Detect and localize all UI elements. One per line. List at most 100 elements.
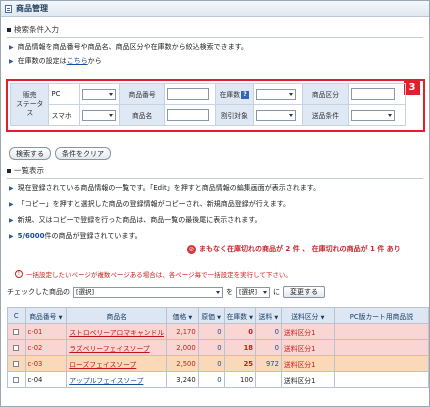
- header-check[interactable]: C: [7, 307, 26, 324]
- table-row[interactable]: c-03 ローズフェイスソープ 2,500 0 25 972 送料区分1: [7, 355, 429, 372]
- row-checkbox[interactable]: [7, 355, 26, 372]
- product-name-input[interactable]: [166, 109, 209, 121]
- product-category-input[interactable]: [351, 88, 396, 100]
- product-category-label: 商品区分: [301, 83, 350, 105]
- stock-setting-link[interactable]: こちら: [67, 56, 88, 66]
- header-stock[interactable]: 在庫数 ▼: [223, 307, 257, 324]
- arrow-bullet-icon: ▶: [9, 184, 14, 192]
- row-checkbox[interactable]: [7, 371, 26, 388]
- stock-cell: 0: [223, 323, 257, 340]
- exclamation-icon: !: [15, 270, 23, 278]
- sales-status-label: 販売 ステータス: [9, 83, 50, 126]
- shipping-class-cell: 送料区分1: [280, 371, 335, 388]
- registered-count-value: 5/6000: [17, 232, 45, 240]
- smartphone-label: スマホ: [48, 104, 80, 126]
- product-number-cell: c-02: [24, 339, 68, 356]
- table-row[interactable]: c-04 アップルフェイスソープ 3,240 0 100 送料区分1: [7, 371, 429, 388]
- product-name-label: 商品名: [119, 104, 165, 126]
- list-section-heading: 一覧表示: [7, 165, 423, 179]
- shipping-class-cell: 送料区分1: [280, 323, 335, 340]
- arrow-bullet-icon: ▶: [9, 200, 14, 208]
- bulk-field-select[interactable]: [選択]: [73, 286, 223, 298]
- product-table: C 商品番号 ▼ 商品名 価格 ▼ 原価 ▼ 在庫数 ▼ 送料 ▼ 送料区分 ▼…: [7, 307, 429, 388]
- square-bullet-icon: [7, 27, 11, 32]
- search-section-heading: 検索条件入力: [7, 24, 423, 38]
- header-product-number[interactable]: 商品番号 ▼: [24, 307, 68, 324]
- bulk-setting-note: ! 一括設定したいページが複数ページある場合は、各ページ毎で一括設定を実行して下…: [15, 269, 292, 279]
- shipping-condition-label: 送品条件: [301, 104, 350, 126]
- window-title: 商品管理: [16, 4, 48, 13]
- product-number-cell: c-04: [24, 371, 68, 388]
- search-filter-panel: 3 販売 ステータス PC 商品番号 在庫数? 商品区分 スマホ 商品名 割引対…: [6, 79, 425, 132]
- stock-count-label: 在庫数?: [214, 83, 255, 105]
- callout-badge: 3: [404, 79, 420, 95]
- stock-setting-note: ▶ 在庫数の設定は こちら から: [9, 56, 102, 66]
- stock-cell: 18: [223, 339, 257, 356]
- list-info-3: ▶ 新規、又はコピーで登録を行った商品は、商品一覧の最後尾に表示されます。: [9, 216, 262, 224]
- product-name-cell[interactable]: ラズベリーフェイスソープ: [66, 339, 168, 356]
- window-icon: [5, 4, 12, 13]
- stock-count-select[interactable]: [256, 88, 297, 100]
- pc-description-cell: [333, 339, 429, 356]
- table-row[interactable]: c-02 ラズベリーフェイスソープ 2,000 0 18 0 送料区分1: [7, 339, 429, 356]
- row-checkbox[interactable]: [7, 323, 26, 340]
- header-pc-description[interactable]: PC版カート用商品説: [333, 307, 429, 324]
- list-info-2: ▶ 「コピー」を押すと選択した商品の登録情報がコピーされ、新規商品登録が行えます…: [9, 200, 290, 208]
- product-number-cell: c-01: [24, 323, 68, 340]
- shipping-class-cell: 送料区分1: [280, 355, 335, 372]
- header-product-name[interactable]: 商品名: [66, 307, 168, 324]
- square-bullet-icon: [7, 168, 11, 173]
- product-name-cell[interactable]: ローズフェイスソープ: [66, 355, 168, 372]
- row-checkbox[interactable]: [7, 339, 26, 356]
- product-name-cell[interactable]: ストロベリーアロマキャンドル: [66, 323, 168, 340]
- registered-count: ▶ 5/6000 件の商品が登録されています。: [9, 232, 142, 240]
- arrow-bullet-icon: ▶: [9, 232, 14, 240]
- shipping-condition-select[interactable]: [351, 109, 396, 121]
- stock-warning: ⊘ まもなく在庫切れの商品が 2 件 、 在庫切れの商品が 1 件 あり: [187, 244, 401, 254]
- stock-cell: 100: [223, 371, 257, 388]
- product-number-input[interactable]: [166, 88, 209, 100]
- header-shipping[interactable]: 送料 ▼: [255, 307, 282, 324]
- price-cell: 2,170: [166, 323, 199, 340]
- discount-target-label: 割引対象: [214, 104, 255, 126]
- clear-conditions-button[interactable]: 条件をクリア: [55, 147, 111, 160]
- price-cell: 3,240: [166, 371, 199, 388]
- shipping-cell: 0: [255, 323, 282, 340]
- title-bar: 商品管理: [1, 1, 429, 17]
- list-info-1: ▶ 現在登録されている商品情報の一覧です。「Edit」を押すと商品情報の編集画面…: [9, 184, 321, 192]
- cost-cell: 0: [197, 355, 225, 372]
- header-cost[interactable]: 原価 ▼: [197, 307, 225, 324]
- price-cell: 2,500: [166, 355, 199, 372]
- change-button[interactable]: 変更する: [283, 286, 325, 298]
- stock-cell: 25: [223, 355, 257, 372]
- cost-cell: 0: [197, 371, 225, 388]
- discount-target-select[interactable]: [256, 109, 297, 121]
- cost-cell: 0: [197, 323, 225, 340]
- shipping-cell: 972: [255, 355, 282, 372]
- product-number-cell: c-03: [24, 355, 68, 372]
- search-description: ▶ 商品情報を商品番号や商品名、商品区分や在庫数から絞込検索できます。: [9, 43, 248, 51]
- product-number-label: 商品番号: [119, 83, 165, 105]
- pc-label: PC: [48, 83, 80, 105]
- search-button[interactable]: 検索する: [9, 147, 51, 160]
- product-name-cell[interactable]: アップルフェイスソープ: [66, 371, 168, 388]
- arrow-bullet-icon: ▶: [9, 43, 14, 51]
- pc-status-select[interactable]: [81, 88, 116, 100]
- bulk-action-bar: チェックした商品の [選択] を [選択] に 変更する: [7, 286, 325, 298]
- warning-icon: ⊘: [187, 244, 196, 254]
- shipping-cell: [255, 371, 282, 388]
- arrow-bullet-icon: ▶: [9, 216, 14, 224]
- product-management-window: 商品管理 検索条件入力 ▶ 商品情報を商品番号や商品名、商品区分や在庫数から絞込…: [0, 0, 430, 407]
- bulk-value-select[interactable]: [選択]: [236, 286, 270, 298]
- table-row[interactable]: c-01 ストロベリーアロマキャンドル 2,170 0 0 0 送料区分1: [7, 323, 429, 340]
- help-icon[interactable]: ?: [241, 91, 249, 99]
- pc-description-cell: [333, 371, 429, 388]
- table-header-row: C 商品番号 ▼ 商品名 価格 ▼ 原価 ▼ 在庫数 ▼ 送料 ▼ 送料区分 ▼…: [7, 307, 429, 324]
- header-shipping-class[interactable]: 送料区分 ▼: [280, 307, 335, 324]
- header-price[interactable]: 価格 ▼: [166, 307, 199, 324]
- shipping-class-cell: 送料区分1: [280, 339, 335, 356]
- smartphone-status-select[interactable]: [81, 109, 116, 121]
- pc-description-cell: [333, 323, 429, 340]
- shipping-cell: 0: [255, 339, 282, 356]
- pc-description-cell: [333, 355, 429, 372]
